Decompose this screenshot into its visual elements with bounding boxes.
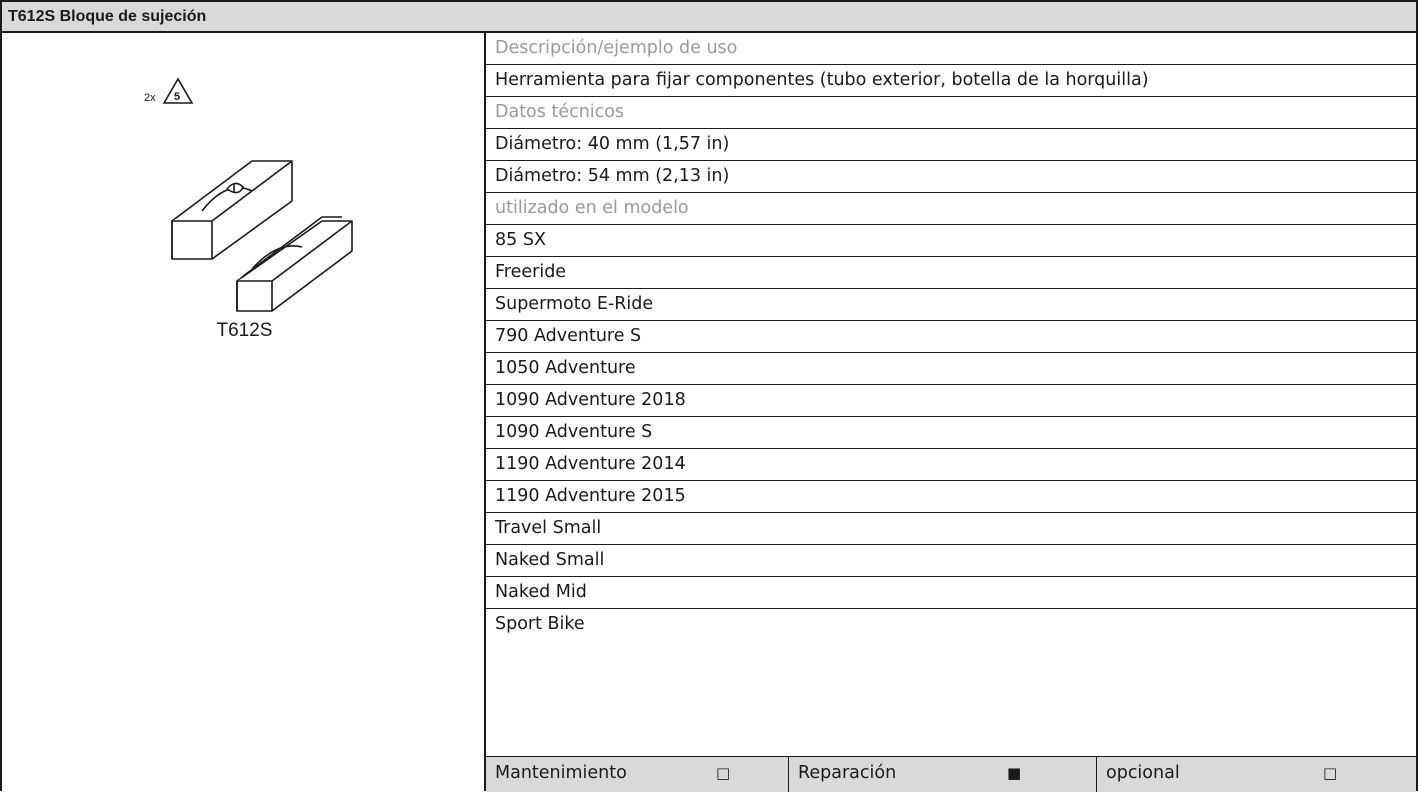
- optional-checkbox-icon: □: [1323, 764, 1338, 782]
- optional-cell: opcional □: [1096, 757, 1416, 792]
- model-item: 1190 Adventure 2015: [486, 481, 1416, 513]
- details-panel: Descripción/ejemplo de uso Herramienta p…: [486, 33, 1418, 792]
- warning-number: 5: [174, 91, 180, 103]
- quantity-label: 2x: [144, 92, 156, 104]
- maintenance-label: Mantenimiento: [495, 763, 627, 783]
- model-item: 85 SX: [486, 225, 1416, 257]
- model-item: 1090 Adventure S: [486, 417, 1416, 449]
- figure-panel: 2x 5 T612S: [0, 33, 485, 791]
- tech-item-diameter-40: Diámetro: 40 mm (1,57 in): [486, 129, 1416, 161]
- repair-cell: Reparación ■: [788, 757, 1096, 792]
- model-item: Naked Small: [486, 545, 1416, 577]
- description-label: Descripción/ejemplo de uso: [486, 33, 1416, 65]
- repair-label: Reparación: [798, 763, 897, 783]
- maintenance-checkbox-icon: □: [716, 764, 731, 782]
- model-item: Sport Bike: [495, 614, 585, 634]
- model-item: 1050 Adventure: [486, 353, 1416, 385]
- model-item: Supermoto E-Ride: [486, 289, 1416, 321]
- lower-clamp-half-icon: [236, 216, 353, 312]
- maintenance-cell: Mantenimiento □: [486, 757, 788, 792]
- description-text: Herramienta para fijar componentes (tubo…: [486, 65, 1416, 97]
- usage-category-row: Mantenimiento □ Reparación ■ opcional □: [486, 756, 1416, 792]
- model-item: 1090 Adventure 2018: [486, 385, 1416, 417]
- model-item: 1190 Adventure 2014: [486, 449, 1416, 481]
- model-item: Travel Small: [486, 513, 1416, 545]
- tech-item-diameter-54: Diámetro: 54 mm (2,13 in): [486, 161, 1416, 193]
- technical-data-label: Datos técnicos: [486, 97, 1416, 129]
- sheet-title: T612S Bloque de sujeción: [0, 0, 1418, 33]
- model-item: Naked Mid: [486, 577, 1416, 609]
- model-item: 790 Adventure S: [486, 321, 1416, 353]
- model-item: Freeride: [486, 257, 1416, 289]
- optional-label: opcional: [1106, 763, 1180, 783]
- tool-sheet: T612S Bloque de sujeción 2x 5 T612S Desc…: [0, 0, 1418, 792]
- warning-triangle-icon: 5: [162, 77, 194, 104]
- repair-checkbox-icon: ■: [1007, 764, 1022, 782]
- tool-code: T612S: [216, 320, 273, 341]
- models-label: utilizado en el modelo: [486, 193, 1416, 225]
- upper-clamp-half-icon: [171, 160, 293, 260]
- clamping-block-illustration: 2x 5: [144, 77, 353, 312]
